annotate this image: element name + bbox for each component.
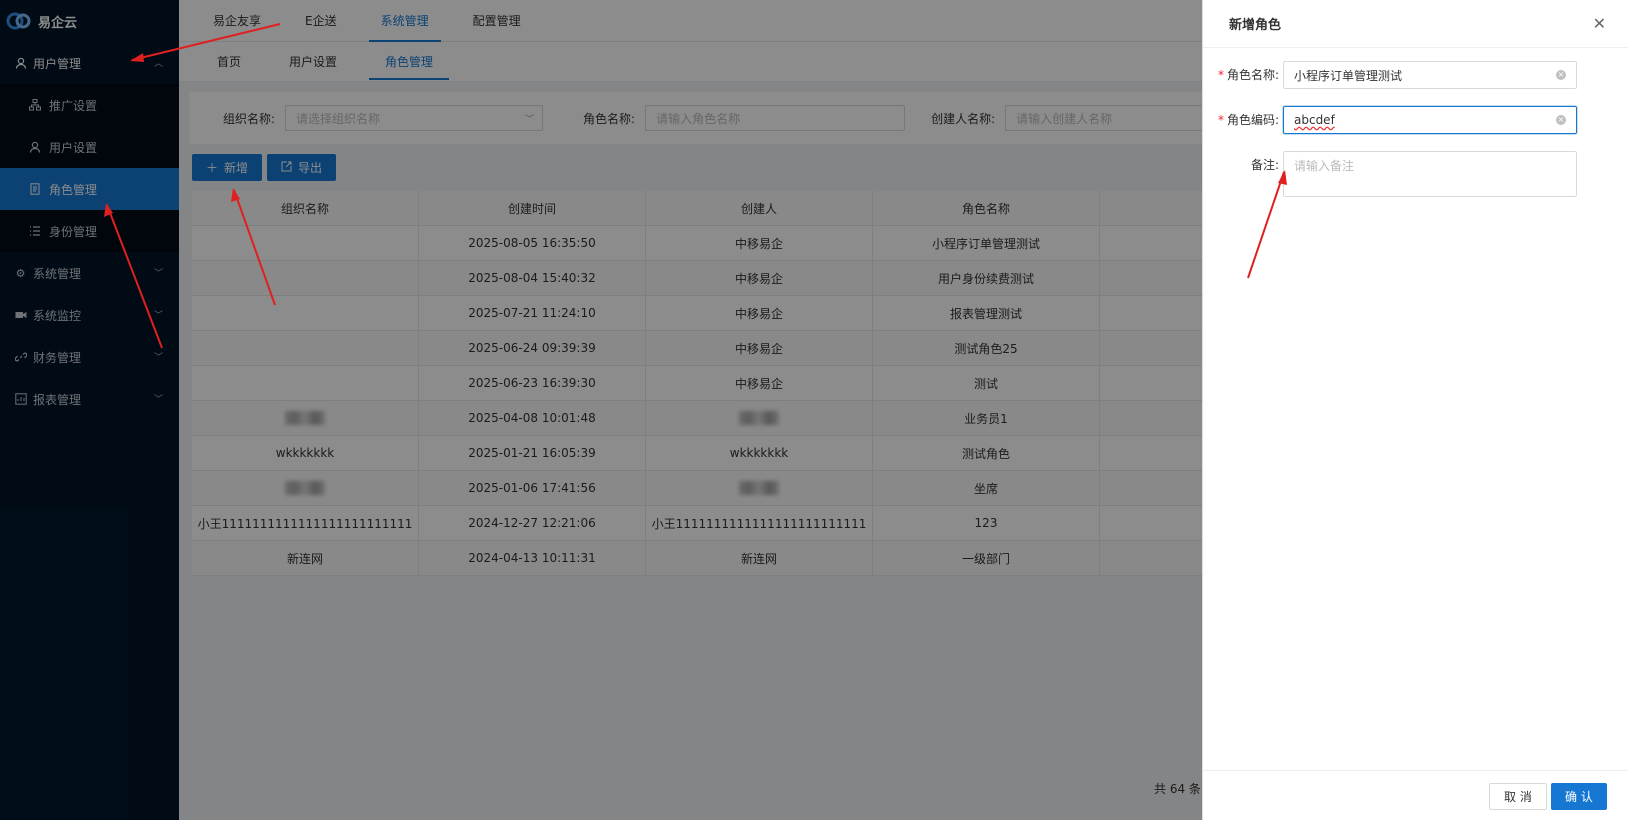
remark-field: 备注: 请输入备注 <box>1203 151 1577 197</box>
role-code-input[interactable]: abcdef × <box>1283 106 1577 134</box>
clear-icon[interactable]: × <box>1556 70 1566 80</box>
role-name-label: * 角色名称: <box>1217 68 1279 82</box>
role-code-field: * 角色编码: abcdef × <box>1203 106 1577 134</box>
clear-icon[interactable]: × <box>1556 115 1566 125</box>
cancel-button[interactable]: 取 消 <box>1489 783 1547 810</box>
role-name-field: * 角色名称: 小程序订单管理测试 × <box>1203 61 1577 89</box>
add-role-drawer: 新增角色 ✕ * 角色名称: 小程序订单管理测试 × * 角色编码: abcdef … <box>1202 0 1628 820</box>
role-code-label: * 角色编码: <box>1217 113 1279 127</box>
role-name-value: 小程序订单管理测试 <box>1294 68 1403 83</box>
modal-overlay[interactable] <box>0 0 1202 820</box>
required-mark: * <box>1217 113 1224 127</box>
remark-label: 备注: <box>1250 158 1279 172</box>
role-name-input[interactable]: 小程序订单管理测试 × <box>1283 61 1577 89</box>
remark-placeholder: 请输入备注 <box>1294 159 1355 173</box>
drawer-footer: 取 消 确 认 <box>1203 770 1628 820</box>
drawer-title: 新增角色 <box>1229 18 1282 33</box>
role-code-value: abcdef <box>1294 113 1335 127</box>
close-icon[interactable]: ✕ <box>1593 14 1606 33</box>
remark-textarea[interactable]: 请输入备注 <box>1283 151 1577 197</box>
confirm-button[interactable]: 确 认 <box>1551 783 1607 810</box>
required-mark: * <box>1217 68 1224 82</box>
drawer-header: 新增角色 ✕ <box>1203 0 1628 48</box>
